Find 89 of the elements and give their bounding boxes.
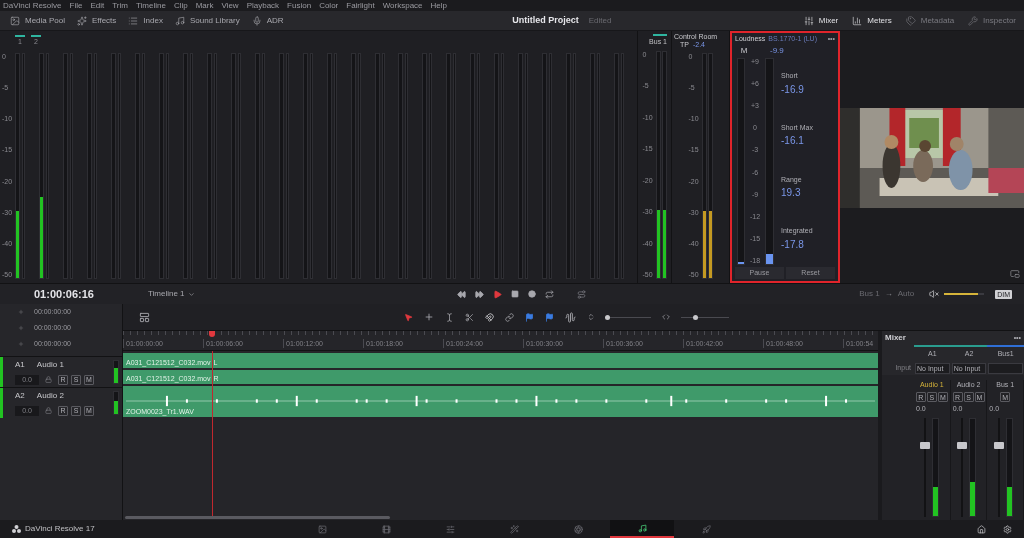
rocket-icon (701, 524, 711, 534)
layout-icon[interactable] (139, 311, 150, 323)
route-icon[interactable] (576, 289, 586, 299)
play-icon[interactable] (492, 289, 502, 299)
wrench-icon (968, 15, 979, 26)
menu-item[interactable]: DaVinci Resolve (3, 0, 62, 11)
bus-output: Bus 1 (859, 288, 880, 300)
timecode-display: 01:00:06:16 (34, 286, 94, 302)
record-icon[interactable] (527, 290, 536, 298)
chevron-icon (187, 290, 195, 298)
menu-item[interactable]: Edit (90, 0, 105, 11)
microphone-icon (251, 15, 262, 26)
reading-value: -16.1 (781, 134, 805, 149)
settings-icon[interactable] (1003, 524, 1012, 534)
track-id: A2 (15, 389, 25, 402)
code-icon[interactable] (662, 313, 670, 321)
flag-icon[interactable] (525, 312, 534, 322)
automation-mode: Auto (897, 288, 915, 300)
menu-item[interactable]: View (221, 0, 239, 11)
input-selector[interactable] (988, 362, 1023, 374)
menu-item[interactable]: Playback (246, 0, 280, 11)
panel-toggle[interactable]: Meters (852, 14, 892, 27)
home-icon[interactable] (977, 524, 986, 534)
app-name: DaVinci Resolve 17 (25, 523, 95, 535)
panel-title: Mixer (885, 332, 906, 344)
picture-in-picture-icon[interactable] (1010, 269, 1020, 279)
menu-item[interactable]: Trim (112, 0, 128, 11)
project-title: Untitled Project (512, 13, 579, 27)
meter-label: M (739, 44, 749, 57)
film-icon (381, 524, 391, 534)
toolbar-button[interactable]: ADR (251, 14, 284, 27)
toolbar-button[interactable]: Media Pool (10, 14, 66, 27)
bar-chart-icon (852, 15, 863, 26)
menu-item[interactable]: Clip (173, 0, 188, 11)
crosshair-icon[interactable] (424, 312, 434, 322)
menu-item[interactable]: Workspace (382, 0, 423, 11)
panel-toggle[interactable]: Inspector (968, 14, 1016, 27)
menu-item[interactable]: Fairlight (346, 0, 375, 11)
loop-icon[interactable] (544, 289, 554, 299)
reading-value: 19.3 (781, 186, 802, 201)
fader-handle[interactable] (957, 441, 967, 449)
waveform-icon[interactable] (565, 311, 576, 323)
link-icon[interactable] (505, 312, 514, 322)
slider-thumb[interactable] (604, 314, 610, 320)
panel-toggle[interactable]: Metadata (905, 14, 955, 27)
flag-icon[interactable] (545, 312, 554, 322)
tags-icon (905, 15, 916, 26)
list-icon (128, 15, 139, 26)
track-name[interactable]: Audio 2 (36, 389, 64, 402)
fast-forward-icon[interactable] (474, 289, 484, 299)
music-note-icon (174, 15, 185, 26)
menu-item[interactable]: Help (430, 0, 448, 11)
track-name[interactable]: Audio 1 (36, 358, 64, 371)
aperture-icon (573, 524, 583, 534)
image-icon (317, 524, 327, 534)
pointer-icon[interactable] (404, 312, 413, 322)
toolbar-button[interactable]: Index (128, 14, 163, 27)
fader-handle[interactable] (920, 441, 931, 449)
wand-icon (509, 524, 519, 534)
reading-value: -17.8 (781, 237, 805, 252)
image-icon (10, 15, 20, 26)
sliders-icon (445, 524, 455, 534)
speaker-icon[interactable] (929, 289, 940, 299)
timeline-selector[interactable]: Timeline 1 (147, 288, 195, 300)
rewind-icon[interactable] (456, 289, 466, 299)
zoom-slider[interactable] (606, 314, 651, 320)
reading-value: -16.9 (781, 82, 805, 97)
toolbar-button[interactable]: Effects (77, 14, 117, 27)
track-id: A1 (15, 358, 25, 371)
text-cursor-icon[interactable] (445, 312, 454, 322)
menu-item[interactable]: File (69, 0, 83, 11)
panel-toggle[interactable]: Mixer (803, 14, 839, 27)
menu-item[interactable]: Fusion (287, 0, 312, 11)
meter-reading: -9.9 (770, 44, 784, 57)
scrollbar[interactable] (125, 516, 390, 519)
stop-icon[interactable] (510, 290, 519, 298)
menu-item[interactable]: Color (319, 0, 339, 11)
logo-icon (12, 525, 21, 533)
page-tab[interactable] (610, 520, 674, 538)
sliders-icon (803, 15, 814, 26)
menu-item[interactable]: Mark (195, 0, 214, 11)
music-note-icon (637, 523, 647, 533)
sparkles-icon (77, 15, 88, 26)
fader-handle[interactable] (993, 441, 1004, 449)
arrow-glyph: → (884, 288, 893, 300)
scissors-icon[interactable] (465, 312, 474, 322)
slider-thumb[interactable] (693, 314, 699, 320)
menu-item[interactable]: Timeline (135, 0, 166, 11)
toolbar-button[interactable]: Sound Library (174, 14, 240, 27)
